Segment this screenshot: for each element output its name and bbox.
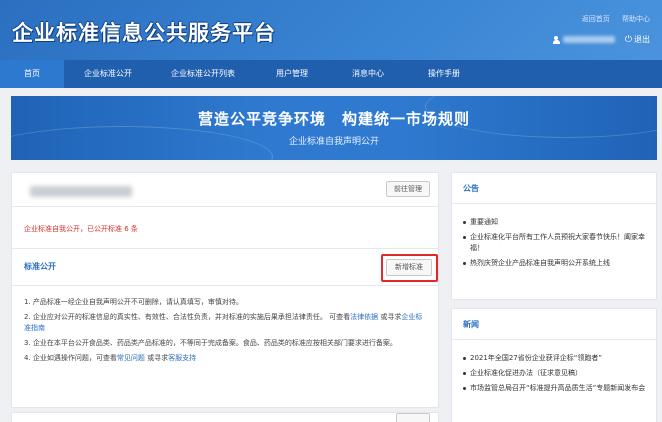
site-header: 企业标准信息公共服务平台 返回首页 帮助中心 ⏻ 退出 <box>0 0 662 60</box>
news-item[interactable]: 2021年全国27省份企业获评企标“领跑者” <box>462 353 648 364</box>
notice-list: 1. 产品标准一经企业自我声明公开不可删除，请认真填写，审慎对待。 2. 企业应… <box>24 297 428 368</box>
news-list: 2021年全国27省份企业获评企标“领跑者” 企业标准化促进办法（征求意见稿） … <box>462 353 648 398</box>
nav-enterprise-standard-publish[interactable]: 企业标准公开 <box>64 60 152 88</box>
divider <box>452 203 656 204</box>
info-text: 或寻求 <box>144 354 169 362</box>
info-text: 4. 企业如遇操作问题，可查看 <box>24 354 117 362</box>
divider <box>12 285 438 286</box>
main-nav: 首页 企业标准公开 企业标准公开列表 用户管理 消息中心 操作手册 <box>0 60 662 88</box>
info-text: 2. 企业应对公开的标准信息的真实性、有效性、合法性负责，并对标准的实施后果承担… <box>24 313 351 321</box>
highlight-box <box>381 254 438 282</box>
news-item[interactable]: 市场监管总局召开“标准提升高品质生活”专题新闻发布会 <box>462 383 648 394</box>
divider <box>12 206 438 207</box>
announcement-title: 公告 <box>463 184 479 193</box>
manage-button[interactable]: 前往管理 <box>386 181 430 197</box>
standards-section-title: 标准公开 <box>24 262 56 271</box>
news-panel: 新闻 2021年全国27省份企业获评企标“领跑者” 企业标准化促进办法（征求意见… <box>451 308 657 422</box>
banner: 营造公平竞争环境 构建统一市场规则 企业标准自我声明公开 <box>11 96 657 160</box>
nav-message-center[interactable]: 消息中心 <box>330 60 406 88</box>
power-icon[interactable]: ⏻ <box>625 35 632 45</box>
status-prefix: 企业标准自我公开，已公开标准 <box>24 225 125 233</box>
nav-user-management[interactable]: 用户管理 <box>254 60 330 88</box>
divider <box>452 339 656 340</box>
faq-link[interactable]: 常见问题 <box>117 354 145 362</box>
help-link[interactable]: 帮助中心 <box>622 15 650 23</box>
divider <box>12 248 438 249</box>
status-line: 企业标准自我公开，已公开标准 6 条 <box>24 224 138 234</box>
next-panel-button[interactable] <box>396 413 430 422</box>
top-links: 返回首页 帮助中心 <box>572 14 650 24</box>
logout-link[interactable]: 退出 <box>634 34 650 45</box>
info-item: 1. 产品标准一经企业自我声明公开不可删除，请认真填写，审慎对待。 <box>24 297 428 308</box>
nav-enterprise-standard-list[interactable]: 企业标准公开列表 <box>152 60 254 88</box>
info-text: 1. 产品标准一经企业自我声明公开不可删除，请认真填写，审慎对待。 <box>24 298 243 306</box>
announcement-panel: 公告 重要通知 企业标准化平台所有工作人员预祝大家春节快乐！阖家幸福！ 热烈庆贺… <box>451 172 657 300</box>
customer-support-link[interactable]: 客服支持 <box>168 354 196 362</box>
banner-title: 营造公平竞争环境 构建统一市场规则 <box>197 110 470 128</box>
site-logo[interactable]: 企业标准信息公共服务平台 <box>12 17 276 47</box>
company-name-redacted <box>30 186 132 197</box>
info-item: 2. 企业应对公开的标准信息的真实性、有效性、合法性负责，并对标准的实施后果承担… <box>24 312 428 334</box>
user-icon <box>552 35 560 44</box>
info-text: 或寻求 <box>378 313 402 321</box>
announcement-item[interactable]: 热烈庆贺企业产品标准自我声明公开系统上线 <box>462 258 648 269</box>
user-box: ⏻ 退出 <box>552 34 650 45</box>
info-item: 4. 企业如遇操作问题，可查看常见问题 或寻求客服支持 <box>24 353 428 364</box>
company-panel: 前往管理 企业标准自我公开，已公开标准 6 条 标准公开 新增标准 1. 产品标… <box>11 172 439 408</box>
nav-operation-manual[interactable]: 操作手册 <box>406 60 482 88</box>
info-text: 3. 企业在本平台公开食品类、药品类产品标准的，不等同于完成备案。食品、药品类的… <box>24 339 397 347</box>
news-title: 新闻 <box>463 320 479 329</box>
announcement-item[interactable]: 重要通知 <box>462 217 648 228</box>
home-link[interactable]: 返回首页 <box>582 15 610 23</box>
announcement-item[interactable]: 企业标准化平台所有工作人员预祝大家春节快乐！阖家幸福！ <box>462 232 648 254</box>
announcement-list: 重要通知 企业标准化平台所有工作人员预祝大家春节快乐！阖家幸福！ 热烈庆贺企业产… <box>462 217 648 273</box>
nav-home[interactable]: 首页 <box>0 60 64 88</box>
status-suffix: 条 <box>128 225 138 233</box>
next-panel <box>11 412 439 422</box>
legal-basis-link[interactable]: 法律依据 <box>350 313 378 321</box>
info-item: 3. 企业在本平台公开食品类、药品类产品标准的，不等同于完成备案。食品、药品类的… <box>24 338 428 349</box>
news-item[interactable]: 企业标准化促进办法（征求意见稿） <box>462 368 648 379</box>
banner-subtitle: 企业标准自我声明公开 <box>288 137 379 147</box>
username-redacted <box>562 36 615 43</box>
